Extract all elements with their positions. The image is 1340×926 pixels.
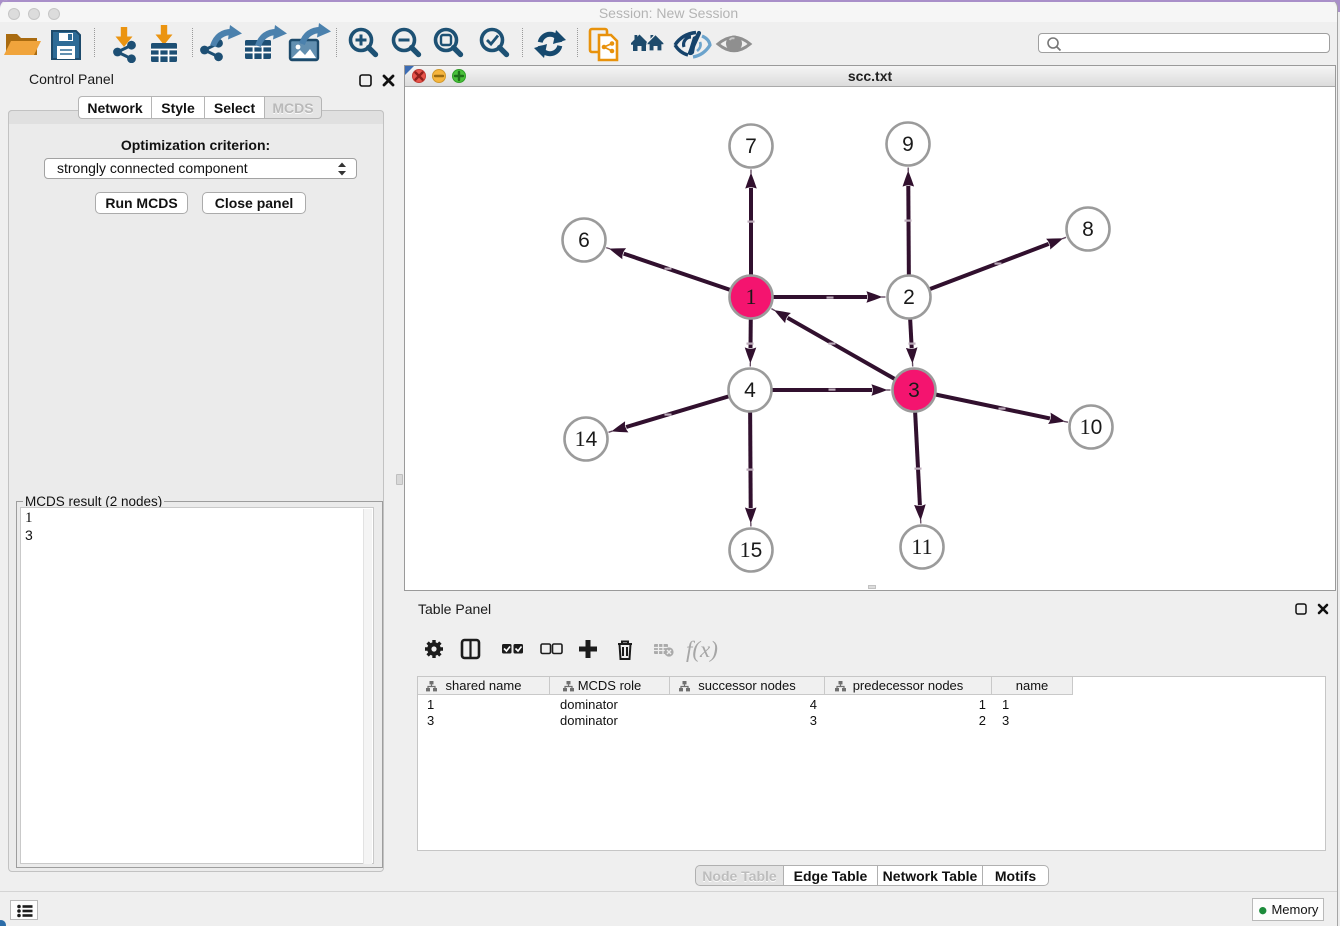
svg-text:3: 3 [908, 379, 920, 402]
svg-text:4: 4 [744, 379, 756, 402]
svg-text:10: 10 [1080, 414, 1103, 439]
svg-text:15: 15 [740, 537, 763, 562]
svg-text:2: 2 [903, 286, 915, 309]
svg-text:11: 11 [911, 534, 932, 559]
svg-text:8: 8 [1082, 218, 1094, 241]
svg-text:f(x): f(x) [686, 637, 718, 662]
svg-text:7: 7 [745, 135, 757, 158]
svg-text:9: 9 [902, 133, 914, 156]
svg-text:1: 1 [746, 284, 757, 309]
svg-text:14: 14 [575, 426, 598, 451]
svg-text:6: 6 [578, 229, 590, 252]
